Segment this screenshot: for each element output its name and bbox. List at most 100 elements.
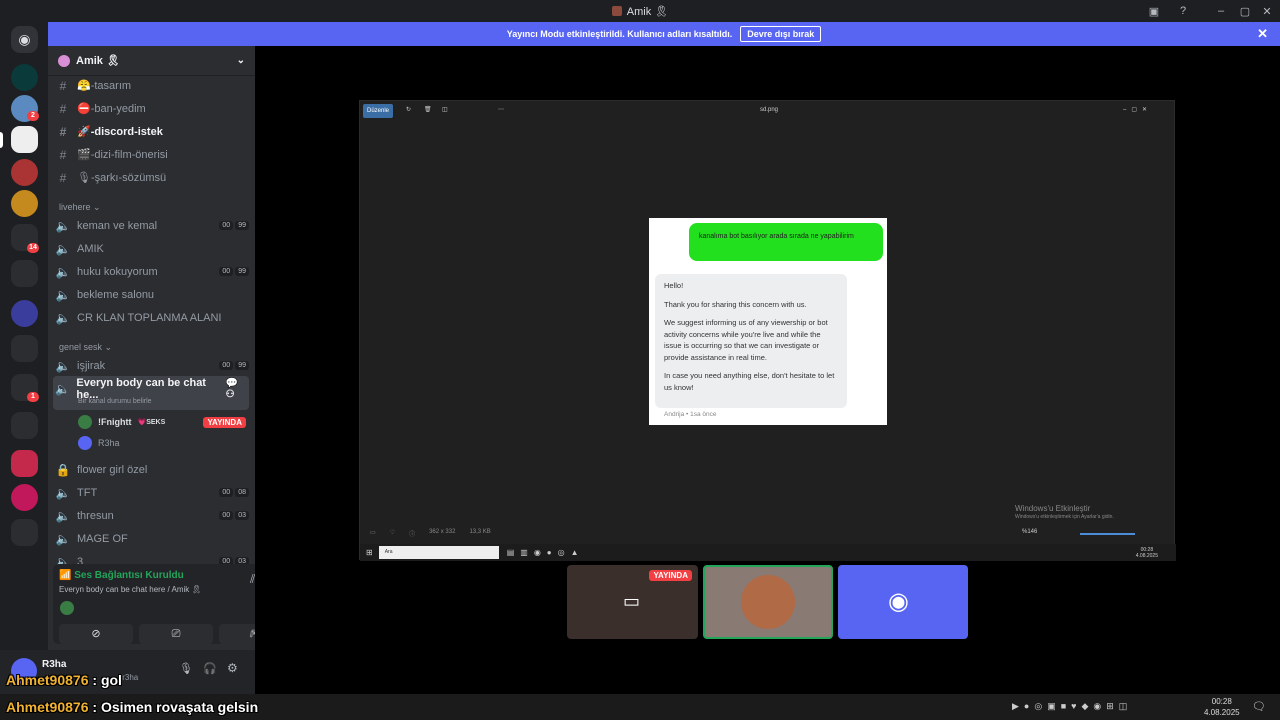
zoom-level[interactable]: %146: [1022, 529, 1037, 535]
voice-channel[interactable]: 🔒 flower girl özel: [54, 459, 249, 480]
voice-channel[interactable]: 🔈 thresun 00 03: [54, 505, 249, 526]
text-channel[interactable]: # 😤-tasarım: [54, 75, 249, 96]
username[interactable]: R3ha: [42, 659, 66, 670]
voice-channel-name[interactable]: Everyn body can be chat here / Amik 🎗: [59, 585, 202, 594]
share-icon[interactable]: ◫: [442, 106, 448, 113]
chat-screenshot: kanalıma bot basılıyor arada sırada ne y…: [649, 218, 887, 425]
voice-channel[interactable]: 🔈 AMIK: [54, 238, 249, 259]
chat-icon[interactable]: 💬 ⚇: [226, 378, 249, 400]
shared-screen[interactable]: Düzenle ↻ 🗑 ◫ ⋯ sd.png – ▢ ✕ kanalıma bo…: [359, 100, 1176, 561]
speaker-icon: 🔈: [55, 241, 71, 256]
server-icon[interactable]: [11, 300, 38, 327]
user-limit: 00 99: [219, 267, 249, 276]
support-reply-bubble: Hello! Thank you for sharing this concer…: [655, 274, 847, 408]
user-subtext: /r3ha: [120, 673, 139, 682]
delete-icon[interactable]: 🗑: [424, 106, 432, 113]
live-badge: YAYINDA: [649, 570, 692, 581]
taskbar-clock[interactable]: 00:28 4.08.2025: [1204, 696, 1240, 718]
more-icon[interactable]: ⋯: [498, 106, 504, 113]
notification-icon[interactable]: 🗨: [1252, 700, 1266, 713]
voice-status: 📶 Ses Bağlantısı Kuruldu: [59, 570, 184, 581]
window-titlebar: Amik 🎗 ▣ ? – ▢ ✕: [0, 0, 1280, 22]
avatar: [78, 436, 92, 450]
server-icon[interactable]: [11, 190, 38, 217]
screen-share-button[interactable]: ⎚: [139, 624, 213, 644]
camera-off-button[interactable]: ⊘: [59, 624, 133, 644]
mention-badge: 2: [27, 111, 39, 121]
user-avatar: [741, 575, 795, 629]
user-tile[interactable]: ◉: [838, 565, 968, 639]
overlay-chat-line: Ahmet90876 : gol: [6, 672, 122, 688]
category-genel-sesk[interactable]: genel sesk ⌄: [59, 342, 112, 353]
server-folder[interactable]: [11, 412, 38, 439]
channel-status[interactable]: Bir kanal durumu belirle: [78, 398, 152, 405]
heart-icon: ♡: [389, 530, 396, 536]
voice-user[interactable]: R3ha: [78, 433, 120, 453]
screen-icon: ▭: [623, 591, 641, 611]
maximize-icon[interactable]: ▢: [1238, 4, 1252, 18]
overlay-chat-line: Ahmet90876 : Osimen rovaşata gelsin: [6, 699, 259, 715]
speaker-icon: 🔈: [55, 358, 71, 373]
discord-home-icon[interactable]: ◉: [11, 26, 38, 53]
headphones-icon[interactable]: 🎧: [203, 662, 217, 675]
banner-text: Yayıncı Modu etkinleştirildi. Kullanıcı …: [506, 29, 733, 39]
user-limit: 00 99: [219, 221, 249, 230]
window-controls[interactable]: – ▢ ✕: [1123, 106, 1147, 113]
zoom-slider[interactable]: [1080, 533, 1135, 535]
text-channel[interactable]: # ⛔-ban-yedim: [54, 98, 249, 119]
server-icon[interactable]: [11, 64, 38, 91]
server-icon[interactable]: [11, 450, 38, 477]
stream-tile[interactable]: YAYINDA ▭: [567, 565, 698, 639]
remote-taskbar: ⊞ Ara ▤▥◉●◎▲ 00:28 4.08.2025: [360, 544, 1176, 561]
server-folder[interactable]: [11, 260, 38, 287]
gear-icon[interactable]: ⚙: [227, 661, 238, 675]
close-icon[interactable]: ✕: [1260, 4, 1274, 18]
start-icon: ⊞: [366, 548, 373, 557]
edit-button[interactable]: Düzenle: [363, 104, 394, 118]
disable-button[interactable]: Devre dışı bırak: [740, 26, 822, 42]
chevron-down-icon[interactable]: ⌄: [237, 55, 245, 66]
server-header[interactable]: Amik 🎗 ⌄: [48, 46, 255, 76]
close-banner-icon[interactable]: ✕: [1257, 26, 1268, 42]
text-channel[interactable]: # 🎬-dizi-film-önerisi: [54, 144, 249, 165]
speaker-icon: 🔈: [55, 310, 71, 325]
voice-channel[interactable]: 🔈 işjirak 00 99: [54, 355, 249, 376]
inbox-icon[interactable]: ▣: [1147, 4, 1161, 18]
voice-channel[interactable]: 🔈 CR KLAN TOPLANMA ALANI: [54, 307, 249, 328]
user-tile[interactable]: [703, 565, 833, 639]
mention-badge: 1: [27, 392, 39, 402]
window-title: Amik 🎗: [626, 5, 669, 18]
help-icon[interactable]: ?: [1176, 4, 1190, 18]
server-icon[interactable]: [11, 126, 38, 153]
voice-channel[interactable]: 🔈 keman ve kemal 00 99: [54, 215, 249, 236]
server-icon[interactable]: [11, 484, 38, 511]
microphone-icon[interactable]: 🎙: [179, 662, 193, 675]
hash-icon: #: [59, 101, 67, 116]
taskbar-apps: ▤▥◉●◎▲: [506, 548, 585, 557]
category-livehere[interactable]: livehere ⌄: [59, 202, 101, 213]
text-channel[interactable]: # 🎙-şarkı-sözümsü: [54, 167, 249, 188]
voice-user[interactable]: !Fnightt 💗SEKS YAYINDA: [78, 412, 246, 432]
server-folder[interactable]: [11, 519, 38, 546]
voice-channel[interactable]: 🔈 MAGE OF: [54, 528, 249, 549]
speaker-icon: 🔈: [55, 531, 71, 546]
voice-channel-active[interactable]: 🔈 Everyn body can be chat he... 💬 ⚇: [54, 377, 249, 401]
activity-button[interactable]: 🎮: [219, 624, 255, 644]
server-icon[interactable]: [11, 159, 38, 186]
message-meta: Andrija • 1sa önce: [664, 411, 717, 418]
rotate-icon[interactable]: ↻: [406, 106, 411, 113]
participant-avatar[interactable]: [60, 601, 74, 615]
hash-icon: #: [59, 124, 67, 139]
user-limit: 00 99: [219, 361, 249, 370]
tray-icons[interactable]: ▶●◎▣■♥◆◉⊞◫: [1012, 701, 1132, 712]
text-channel[interactable]: # 🚀-discord-istek: [54, 121, 249, 142]
minimize-icon[interactable]: –: [1214, 4, 1228, 18]
server-list: ◉ 2 14 1: [0, 22, 48, 694]
server-folder[interactable]: [11, 335, 38, 362]
voice-channel[interactable]: 🔈 TFT 00 08: [54, 482, 249, 503]
voice-channel[interactable]: 🔈 bekleme salonu: [54, 284, 249, 305]
taskbar-clock: 00:28 4.08.2025: [1135, 546, 1158, 559]
user-limit: 00 03: [219, 511, 249, 520]
photo-viewer-toolbar: Düzenle ↻ 🗑 ◫ ⋯ sd.png – ▢ ✕: [360, 101, 1176, 121]
voice-channel[interactable]: 🔈 huku kokuyorum 00 99: [54, 261, 249, 282]
